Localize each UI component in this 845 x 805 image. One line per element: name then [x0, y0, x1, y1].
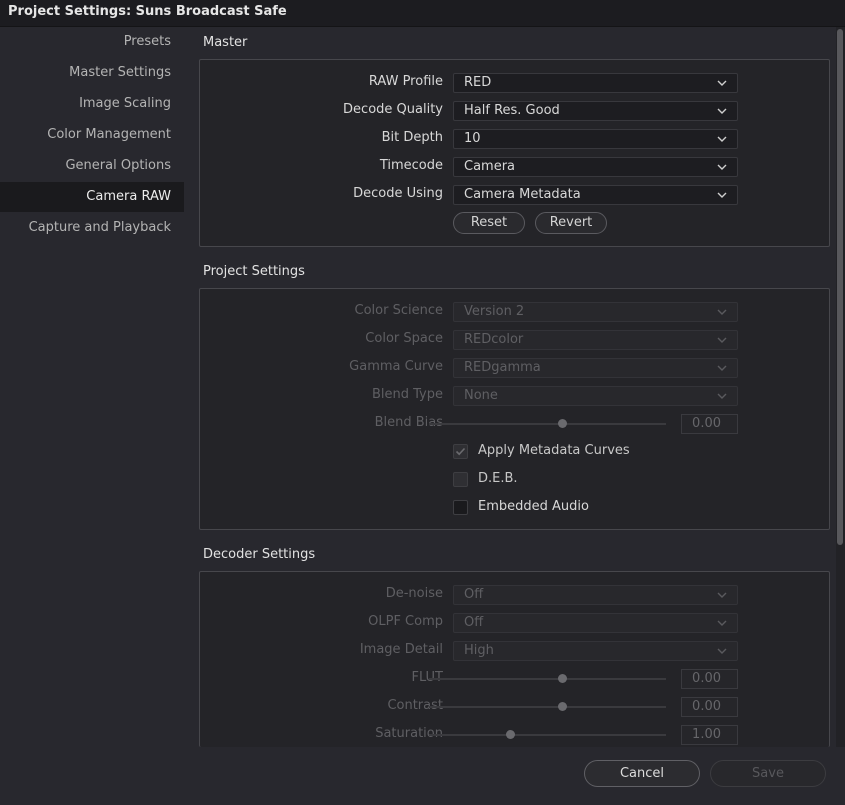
color-science-label: Color Science [354, 303, 443, 318]
checkmark-icon [455, 447, 466, 456]
olpf-comp-dropdown[interactable]: Off [453, 613, 738, 633]
sidebar-item-color-management[interactable]: Color Management [0, 120, 184, 150]
blend-bias-slider-handle[interactable] [558, 419, 567, 428]
chevron-down-icon [717, 192, 727, 198]
denoise-label: De-noise [385, 586, 443, 601]
bit-depth-dropdown[interactable]: 10 [453, 129, 738, 149]
image-detail-label: Image Detail [359, 642, 443, 657]
contrast-label: Contrast [387, 698, 443, 713]
color-space-label: Color Space [365, 331, 443, 346]
chevron-down-icon [717, 80, 727, 86]
decode-using-value: Camera Metadata [464, 187, 581, 202]
blend-type-dropdown[interactable]: None [453, 386, 738, 406]
master-panel: RAW Profile RED Decode Quality Half Res.… [199, 59, 830, 247]
chevron-down-icon [717, 365, 727, 371]
chevron-down-icon [717, 393, 727, 399]
saturation-label: Saturation [375, 726, 443, 741]
revert-button[interactable]: Revert [535, 212, 607, 234]
chevron-down-icon [717, 164, 727, 170]
chevron-down-icon [717, 592, 727, 598]
apply-metadata-curves-checkbox[interactable] [453, 444, 468, 459]
color-science-dropdown[interactable]: Version 2 [453, 302, 738, 322]
flut-slider[interactable] [429, 678, 666, 680]
chevron-down-icon [717, 620, 727, 626]
window-title: Project Settings: Suns Broadcast Safe [8, 4, 287, 19]
color-science-value: Version 2 [464, 304, 525, 319]
project-settings-section-title: Project Settings [203, 264, 305, 279]
timecode-dropdown[interactable]: Camera [453, 157, 738, 177]
contrast-slider-handle[interactable] [558, 702, 567, 711]
saturation-slider-handle[interactable] [506, 730, 515, 739]
decode-quality-dropdown[interactable]: Half Res. Good [453, 101, 738, 121]
raw-profile-dropdown[interactable]: RED [453, 73, 738, 93]
contrast-slider[interactable] [429, 706, 666, 708]
olpf-comp-value: Off [464, 615, 484, 630]
gamma-curve-dropdown[interactable]: REDgamma [453, 358, 738, 378]
dialog-footer: Cancel Save [0, 747, 845, 805]
bit-depth-value: 10 [464, 131, 481, 146]
sidebar: Presets Master Settings Image Scaling Co… [0, 27, 185, 747]
color-space-value: REDcolor [464, 332, 524, 347]
blend-bias-value[interactable]: 0.00 [681, 414, 738, 434]
scrollbar-thumb[interactable] [837, 29, 843, 545]
color-space-dropdown[interactable]: REDcolor [453, 330, 738, 350]
chevron-down-icon [717, 309, 727, 315]
cancel-button[interactable]: Cancel [584, 760, 700, 787]
image-detail-dropdown[interactable]: High [453, 641, 738, 661]
blend-type-value: None [464, 388, 498, 403]
decode-quality-value: Half Res. Good [464, 103, 560, 118]
olpf-comp-label: OLPF Comp [368, 614, 443, 629]
title-bar: Project Settings: Suns Broadcast Safe [0, 0, 845, 27]
gamma-curve-label: Gamma Curve [349, 359, 443, 374]
decode-quality-label: Decode Quality [343, 102, 443, 117]
contrast-value[interactable]: 0.00 [681, 697, 738, 717]
denoise-value: Off [464, 587, 484, 602]
saturation-value[interactable]: 1.00 [681, 725, 738, 745]
chevron-down-icon [717, 337, 727, 343]
saturation-slider[interactable] [429, 734, 666, 736]
denoise-dropdown[interactable]: Off [453, 585, 738, 605]
flut-label: FLUT [411, 670, 443, 685]
chevron-down-icon [717, 648, 727, 654]
blend-type-label: Blend Type [371, 387, 443, 402]
bit-depth-label: Bit Depth [381, 130, 443, 145]
deb-label: D.E.B. [478, 471, 518, 486]
decoder-settings-section-title: Decoder Settings [203, 547, 316, 562]
chevron-down-icon [717, 108, 727, 114]
chevron-down-icon [717, 136, 727, 142]
image-detail-value: High [464, 643, 494, 658]
sidebar-item-presets[interactable]: Presets [0, 27, 184, 57]
raw-profile-label: RAW Profile [368, 74, 443, 89]
embedded-audio-checkbox[interactable] [453, 500, 468, 515]
sidebar-item-capture-and-playback[interactable]: Capture and Playback [0, 213, 184, 243]
sidebar-item-image-scaling[interactable]: Image Scaling [0, 89, 184, 119]
flut-value[interactable]: 0.00 [681, 669, 738, 689]
sidebar-item-general-options[interactable]: General Options [0, 151, 184, 181]
blend-bias-label: Blend Bias [374, 415, 443, 430]
deb-checkbox[interactable] [453, 472, 468, 487]
scrollbar[interactable] [836, 27, 845, 747]
sidebar-item-master-settings[interactable]: Master Settings [0, 58, 184, 88]
sidebar-item-camera-raw[interactable]: Camera RAW [0, 182, 184, 212]
reset-button[interactable]: Reset [453, 212, 525, 234]
timecode-label: Timecode [379, 158, 443, 173]
embedded-audio-label: Embedded Audio [478, 499, 589, 514]
blend-bias-slider[interactable] [429, 423, 666, 425]
save-button[interactable]: Save [710, 760, 826, 787]
timecode-value: Camera [464, 159, 516, 174]
master-section-title: Master [203, 35, 248, 50]
decoder-settings-panel: De-noise Off OLPF Comp Off Image Detail … [199, 571, 830, 747]
flut-slider-handle[interactable] [558, 674, 567, 683]
decode-using-label: Decode Using [353, 186, 443, 201]
decode-using-dropdown[interactable]: Camera Metadata [453, 185, 738, 205]
gamma-curve-value: REDgamma [464, 360, 541, 375]
apply-metadata-curves-label: Apply Metadata Curves [478, 443, 630, 458]
raw-profile-value: RED [464, 75, 492, 90]
project-settings-panel: Color Science Version 2 Color Space REDc… [199, 288, 830, 530]
